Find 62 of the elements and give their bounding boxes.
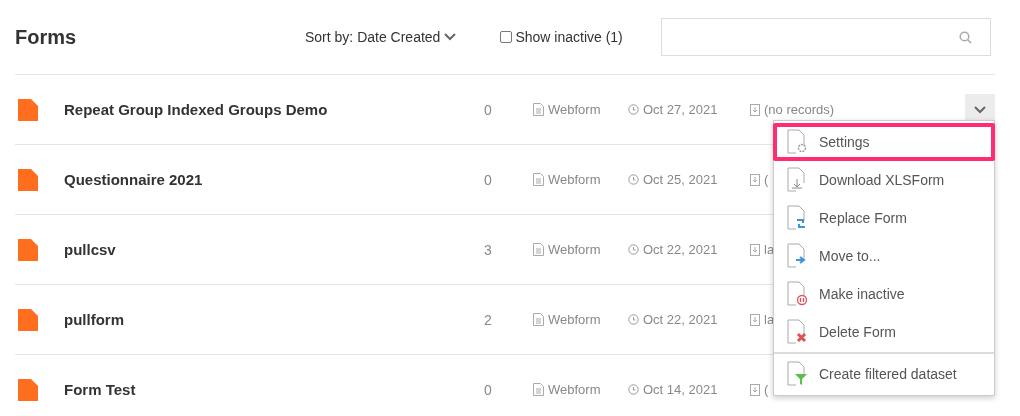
chevron-down-icon xyxy=(444,33,457,41)
submission-count: 3 xyxy=(484,241,493,258)
menu-item[interactable]: Delete Form xyxy=(773,313,995,351)
form-type: Webform xyxy=(548,172,601,187)
clock-icon xyxy=(628,384,639,395)
sort-dropdown[interactable]: Sort by: Date Created xyxy=(305,29,457,45)
menu-item[interactable]: Settings xyxy=(773,123,995,161)
document-funnel-icon xyxy=(787,361,809,387)
submission-count: 0 xyxy=(484,101,493,118)
menu-item[interactable]: Replace Form xyxy=(773,199,995,237)
form-name[interactable]: Form Test xyxy=(64,381,480,398)
records-status: (no records) xyxy=(764,102,835,117)
page-title: Forms xyxy=(15,25,78,49)
page-icon xyxy=(533,313,544,326)
form-name[interactable]: Repeat Group Indexed Groups Demo xyxy=(64,101,480,118)
search-field[interactable] xyxy=(660,18,991,56)
page-icon xyxy=(533,243,544,256)
form-type: Webform xyxy=(548,102,601,117)
download-icon xyxy=(750,173,760,186)
menu-item[interactable]: Make inactive xyxy=(773,275,995,313)
document-cross-icon xyxy=(787,319,809,345)
submission-count: 2 xyxy=(484,311,493,328)
clock-icon xyxy=(628,104,639,115)
page-icon xyxy=(533,103,544,116)
clock-icon xyxy=(628,314,639,325)
download-icon xyxy=(750,243,760,256)
created-date: Oct 25, 2021 xyxy=(643,172,718,187)
form-name[interactable]: pullform xyxy=(64,311,480,328)
created-date: Oct 22, 2021 xyxy=(643,242,718,257)
created-date: Oct 14, 2021 xyxy=(643,382,718,397)
form-type: Webform xyxy=(548,312,601,327)
document-pause-icon xyxy=(787,281,809,307)
records-status: ( xyxy=(764,382,769,397)
clock-icon xyxy=(628,244,639,255)
document-icon xyxy=(18,168,38,191)
download-icon xyxy=(750,313,760,326)
created-date: Oct 22, 2021 xyxy=(643,312,718,327)
submission-count: 0 xyxy=(484,171,493,188)
page-icon xyxy=(533,383,544,396)
document-icon xyxy=(18,98,38,121)
created-date: Oct 27, 2021 xyxy=(643,102,718,117)
form-type: Webform xyxy=(548,242,601,257)
menu-item[interactable]: Create filtered dataset xyxy=(773,355,995,393)
download-icon xyxy=(750,383,760,396)
form-name[interactable]: Questionnaire 2021 xyxy=(64,171,480,188)
document-icon xyxy=(18,378,38,401)
records-status: la xyxy=(764,242,775,257)
clock-icon xyxy=(628,174,639,185)
menu-item[interactable]: Move to... xyxy=(773,237,995,275)
submission-count: 0 xyxy=(484,381,493,398)
search-icon xyxy=(958,30,972,44)
records-status: ( xyxy=(764,172,769,187)
download-icon xyxy=(750,103,760,116)
form-name[interactable]: pullcsv xyxy=(64,241,480,258)
form-type: Webform xyxy=(548,382,601,397)
menu-item[interactable]: Download XLSForm xyxy=(773,161,995,199)
chevron-down-icon xyxy=(974,105,986,114)
page-icon xyxy=(533,173,544,186)
document-icon xyxy=(18,238,38,261)
records-status: la xyxy=(764,312,775,327)
document-icon xyxy=(18,308,38,331)
document-gear-icon xyxy=(787,129,809,155)
